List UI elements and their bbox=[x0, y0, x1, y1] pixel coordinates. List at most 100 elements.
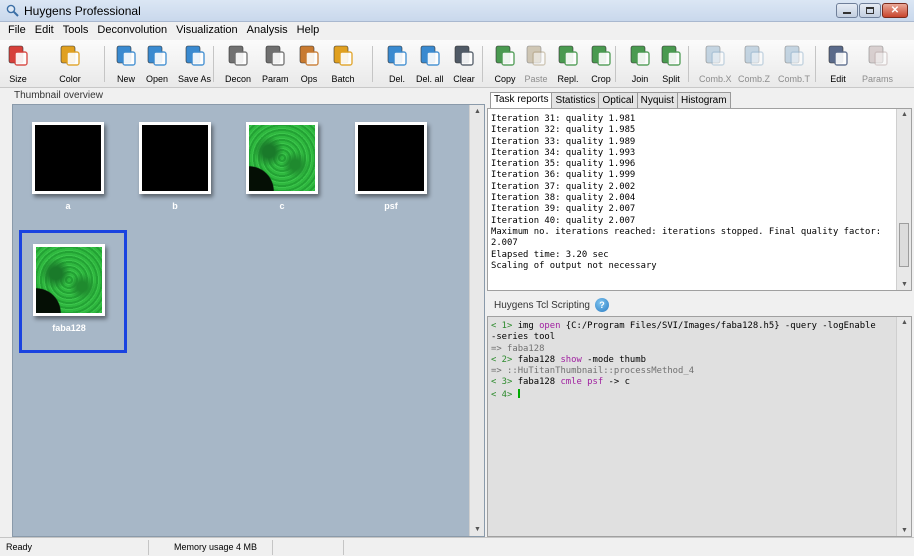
copy-icon bbox=[493, 44, 517, 68]
params-button[interactable]: Params bbox=[862, 42, 893, 86]
tcl-input-line[interactable]: < 4> bbox=[491, 388, 876, 401]
tcl-command: -mode thumb bbox=[581, 354, 646, 365]
open-button[interactable]: Open bbox=[145, 42, 169, 86]
tcl-console[interactable]: < 1> img open {C:/Program Files/SVI/Imag… bbox=[487, 316, 912, 537]
delete-icon bbox=[385, 44, 409, 68]
comb-z-button[interactable]: Comb.Z bbox=[738, 42, 770, 86]
task-report-line: Iteration 31: quality 1.981 bbox=[491, 114, 636, 124]
task-report-line: Elapsed time: 3.20 sec bbox=[491, 249, 609, 260]
task-report-line: Iteration 33: quality 1.989 bbox=[491, 136, 636, 147]
decon-button[interactable]: Decon bbox=[225, 42, 251, 86]
thumbnail-b[interactable]: b bbox=[135, 122, 215, 211]
decon-wand-icon bbox=[226, 44, 250, 68]
tcl-line: < 1> img open {C:/Program Files/SVI/Imag… bbox=[491, 321, 876, 332]
toolbar: Size Color New Open Save As Decon Param Ops Batc… bbox=[0, 40, 914, 88]
thumbnail-label: faba128 bbox=[52, 323, 86, 333]
paste-button[interactable]: Paste bbox=[524, 42, 548, 86]
tab-statistics[interactable]: Statistics bbox=[551, 92, 600, 108]
tcl-keyword: show bbox=[560, 354, 582, 365]
tcl-command: faba128 bbox=[512, 354, 561, 365]
gears-icon bbox=[331, 44, 355, 68]
menu-analysis[interactable]: Analysis bbox=[243, 22, 293, 40]
maximize-button[interactable] bbox=[859, 3, 881, 18]
task-report-line: Iteration 38: quality 2.004 bbox=[491, 193, 636, 204]
maximize-icon bbox=[866, 7, 874, 14]
minimize-button[interactable] bbox=[836, 3, 858, 18]
tcl-keyword: open bbox=[539, 321, 561, 331]
copy-button[interactable]: Copy bbox=[493, 42, 517, 86]
scroll-down-icon[interactable]: ▼ bbox=[901, 281, 908, 288]
scroll-up-icon[interactable]: ▲ bbox=[474, 108, 481, 115]
new-button[interactable]: New bbox=[114, 42, 138, 86]
scroll-thumb[interactable] bbox=[899, 223, 909, 267]
title-bar: Huygens Professional ✕ bbox=[0, 0, 914, 22]
menu-edit[interactable]: Edit bbox=[31, 22, 59, 40]
del-all-button[interactable]: Del. all bbox=[416, 42, 444, 86]
toolbar-button-label: New bbox=[116, 74, 135, 84]
size-button[interactable]: Size bbox=[6, 42, 30, 86]
task-report-text: Iteration 31: quality 1.981 Iteration 32:… bbox=[491, 114, 881, 272]
combine-t-icon bbox=[782, 44, 806, 68]
tcl-command: -> c bbox=[603, 377, 630, 388]
toolbar-button-label: Paste bbox=[524, 74, 548, 84]
menu-file[interactable]: File bbox=[4, 22, 31, 40]
scroll-down-icon[interactable]: ▼ bbox=[474, 526, 481, 533]
menu-visualization[interactable]: Visualization bbox=[172, 22, 243, 40]
color-button[interactable]: Color bbox=[58, 42, 82, 86]
crop-button[interactable]: Crop bbox=[589, 42, 613, 86]
tab-histogram[interactable]: Histogram bbox=[676, 92, 731, 108]
tab-optical[interactable]: Optical bbox=[598, 92, 638, 108]
save-as-button[interactable]: Save As bbox=[178, 42, 211, 86]
ops-button[interactable]: Ops bbox=[297, 42, 321, 86]
scroll-up-icon[interactable]: ▲ bbox=[901, 111, 908, 118]
paste-icon bbox=[524, 44, 548, 68]
edit-icon bbox=[826, 44, 850, 68]
text-cursor bbox=[517, 388, 520, 398]
param-button[interactable]: Param bbox=[262, 42, 289, 86]
toolbar-button-label: Comb.T bbox=[778, 74, 811, 84]
split-button[interactable]: Split bbox=[659, 42, 683, 86]
toolbar-button-label: Edit bbox=[830, 74, 846, 84]
menu-tools[interactable]: Tools bbox=[59, 22, 94, 40]
minimize-icon bbox=[843, 11, 851, 14]
menu-deconvolution[interactable]: Deconvolution bbox=[93, 22, 172, 40]
thumbnail-c[interactable]: c bbox=[242, 122, 322, 211]
tcl-console-text: < 1> img open {C:/Program Files/SVI/Imag… bbox=[491, 321, 876, 401]
scroll-down-icon[interactable]: ▼ bbox=[901, 527, 908, 534]
scroll-up-icon[interactable]: ▲ bbox=[901, 319, 908, 326]
task-report-line: Maximum no. iterations reached: iteratio… bbox=[491, 226, 882, 237]
status-divider bbox=[272, 540, 273, 555]
del-button[interactable]: Del. bbox=[385, 42, 409, 86]
task-report-scrollbar[interactable]: ▲ ▼ bbox=[896, 109, 911, 290]
thumbnail-psf[interactable]: psf bbox=[351, 122, 431, 211]
batch-button[interactable]: Batch bbox=[331, 42, 355, 86]
join-button[interactable]: Join bbox=[628, 42, 652, 86]
tcl-scrollbar[interactable]: ▲ ▼ bbox=[896, 317, 911, 536]
tab-nyquist[interactable]: Nyquist bbox=[636, 92, 678, 108]
thumbnail-image bbox=[32, 122, 104, 194]
repl-button[interactable]: Repl. bbox=[556, 42, 580, 86]
clear-button[interactable]: Clear bbox=[452, 42, 476, 86]
thumbnail-a[interactable]: a bbox=[28, 122, 108, 211]
thumbnail-scrollbar[interactable]: ▲ ▼ bbox=[469, 105, 484, 536]
comb-x-button[interactable]: Comb.X bbox=[699, 42, 732, 86]
join-icon bbox=[628, 44, 652, 68]
menu-help[interactable]: Help bbox=[293, 22, 325, 40]
toolbar-separator bbox=[372, 46, 373, 82]
tcl-prompt: < 1> bbox=[491, 321, 513, 331]
task-report-line: Iteration 32: quality 1.985 bbox=[491, 125, 636, 136]
toolbar-separator bbox=[615, 46, 616, 82]
split-icon bbox=[659, 44, 683, 68]
help-icon[interactable]: ? bbox=[594, 298, 609, 312]
close-button[interactable]: ✕ bbox=[882, 3, 908, 18]
crop-icon bbox=[589, 44, 613, 68]
thumbnail-area: a b c psf faba128 ▲ ▼ bbox=[12, 104, 485, 537]
combine-z-icon bbox=[742, 44, 766, 68]
status-divider bbox=[343, 540, 344, 555]
tab-task-reports[interactable]: Task reports bbox=[490, 92, 553, 109]
edit-button[interactable]: Edit bbox=[826, 42, 850, 86]
thumbnail-faba128[interactable]: faba128 bbox=[29, 244, 109, 333]
comb-t-button[interactable]: Comb.T bbox=[778, 42, 810, 86]
thumbnail-image bbox=[139, 122, 211, 194]
tcl-line: < 3> faba128 cmle psf -> c bbox=[491, 377, 876, 388]
